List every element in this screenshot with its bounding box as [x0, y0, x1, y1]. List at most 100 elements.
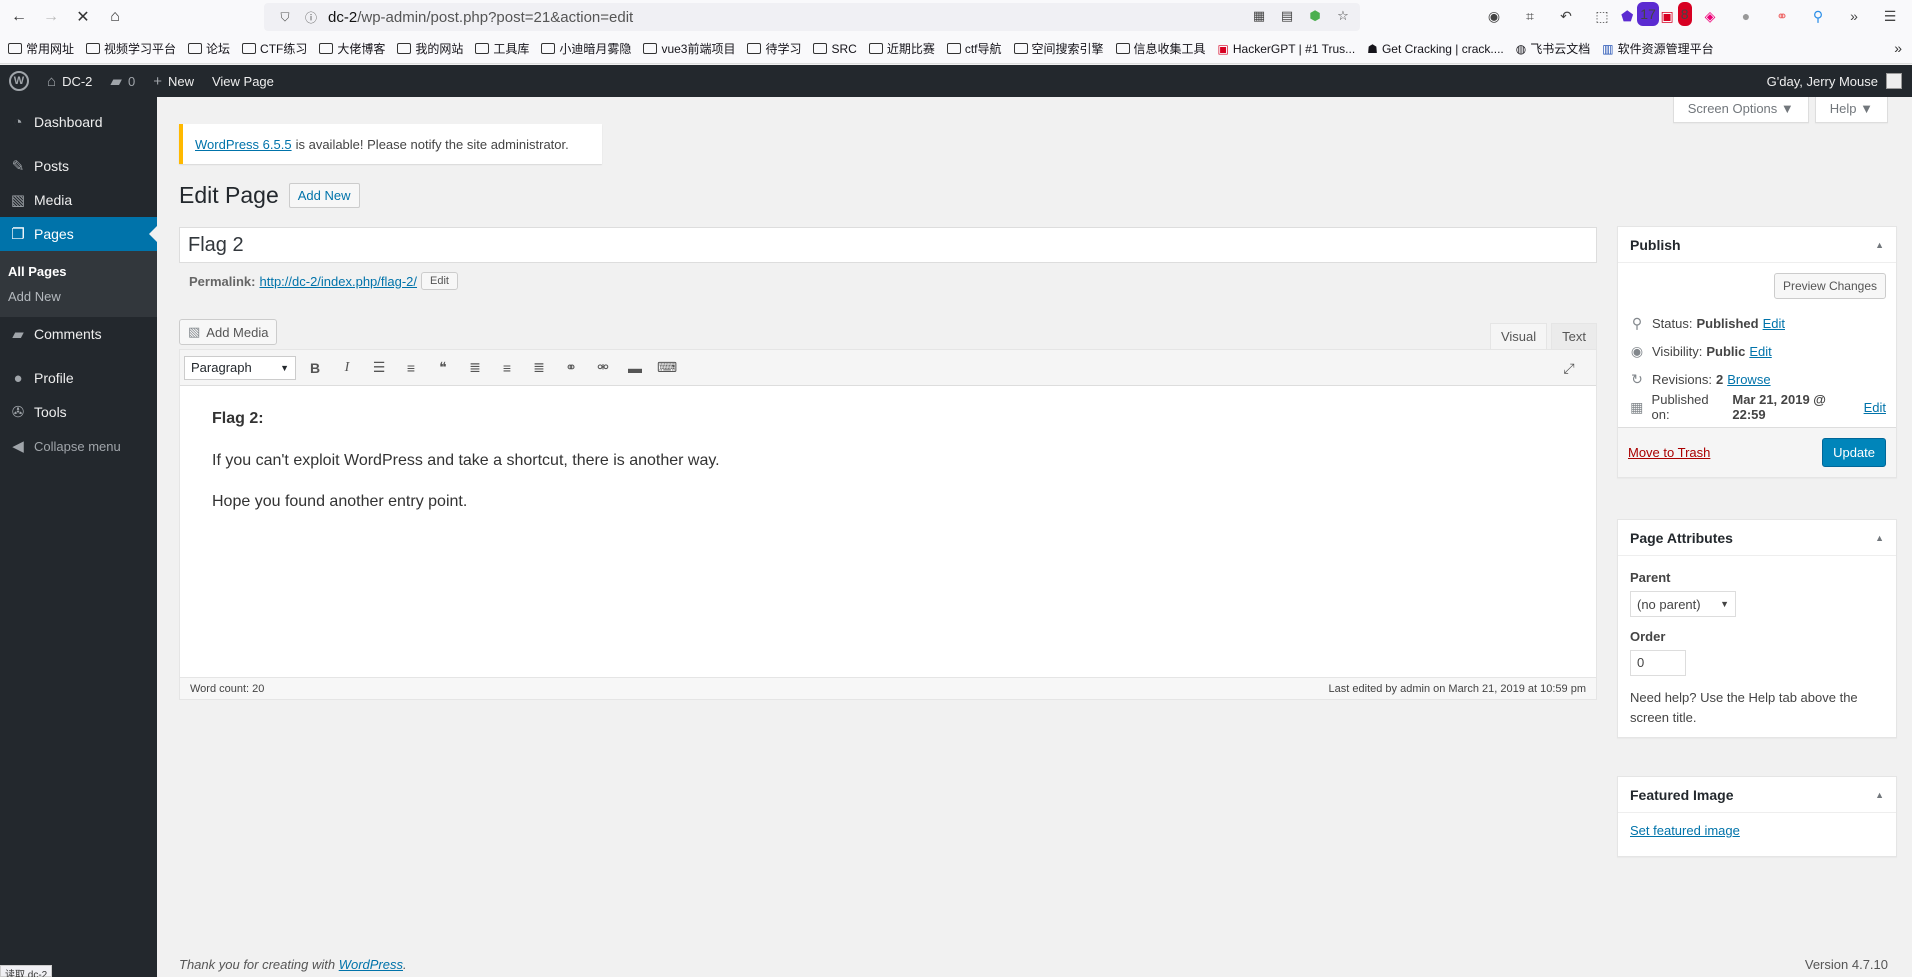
- tab-text[interactable]: Text: [1551, 323, 1597, 349]
- comments-menu[interactable]: ▰ 0: [101, 65, 144, 97]
- bullet-list-icon[interactable]: ☰: [366, 355, 392, 381]
- circle-icon[interactable]: ●: [1734, 4, 1758, 28]
- post-title-input[interactable]: Flag 2: [179, 227, 1597, 263]
- sidebar-item-pages[interactable]: ❐ Pages: [0, 217, 157, 251]
- permalink-link[interactable]: http://dc-2/index.php/flag-2/: [259, 274, 417, 289]
- bookmark-item[interactable]: 近期比赛: [868, 40, 935, 57]
- puzzle-icon[interactable]: ⬚: [1590, 4, 1614, 28]
- update-button[interactable]: Update: [1822, 438, 1886, 467]
- permalink-edit-button[interactable]: Edit: [421, 272, 458, 290]
- unlink-icon[interactable]: ⚮: [590, 355, 616, 381]
- view-page-link[interactable]: View Page: [203, 65, 283, 97]
- crop-icon[interactable]: ⌗: [1518, 4, 1542, 28]
- published-edit-link[interactable]: Edit: [1864, 400, 1886, 415]
- add-new-button[interactable]: Add New: [288, 183, 360, 208]
- help-button[interactable]: Help ▼: [1814, 97, 1888, 123]
- forward-icon[interactable]: →: [38, 4, 64, 30]
- bookmark-item[interactable]: 工具库: [475, 40, 529, 57]
- align-left-icon[interactable]: ≣: [462, 355, 488, 381]
- bookmark-item[interactable]: 我的网站: [397, 40, 463, 57]
- visibility-edit-link[interactable]: Edit: [1749, 344, 1771, 359]
- bookmark-item[interactable]: 待学习: [747, 40, 801, 57]
- bookmark-item[interactable]: 论坛: [188, 40, 230, 57]
- url-bar[interactable]: ⛉ ⓘ dc-2/wp-admin/post.php?post=21&actio…: [264, 3, 1360, 31]
- pin-icon[interactable]: ⚲: [1806, 4, 1830, 28]
- wp-logo-menu[interactable]: W: [0, 65, 38, 97]
- sidebar-item-dashboard[interactable]: ◔ Dashboard: [0, 105, 157, 139]
- collapse-menu-button[interactable]: ◀ Collapse menu: [0, 429, 157, 463]
- extension-icon[interactable]: ⬢: [1306, 7, 1324, 25]
- sidebar-item-profile[interactable]: ● Profile: [0, 361, 157, 395]
- screen-options-button[interactable]: Screen Options ▼: [1672, 97, 1809, 123]
- page-info-icon[interactable]: ⓘ: [302, 8, 320, 26]
- sidebar-item-add-new[interactable]: Add New: [0, 284, 157, 309]
- link-icon[interactable]: ⚭: [1770, 4, 1794, 28]
- sidebar-item-all-pages[interactable]: All Pages: [0, 259, 157, 284]
- bookmark-item[interactable]: 大佬博客: [319, 40, 385, 57]
- reader-mode-icon[interactable]: ▤: [1278, 7, 1296, 25]
- sidebar-item-comments[interactable]: ▰ Comments: [0, 317, 157, 351]
- undo-icon[interactable]: ↶: [1554, 4, 1578, 28]
- bookmark-item[interactable]: ▣ HackerGPT | #1 Trus...: [1218, 42, 1356, 56]
- publish-box-header[interactable]: Publish ▲: [1618, 227, 1896, 263]
- bookmark-item[interactable]: 视频学习平台: [86, 40, 176, 57]
- url-text[interactable]: dc-2/wp-admin/post.php?post=21&action=ed…: [328, 9, 633, 26]
- page-attributes-header[interactable]: Page Attributes ▲: [1618, 520, 1896, 556]
- italic-icon[interactable]: I: [334, 355, 360, 381]
- collapse-arrow-icon[interactable]: ▲: [1875, 240, 1884, 250]
- tab-visual[interactable]: Visual: [1489, 323, 1548, 349]
- bookmark-item[interactable]: vue3前端项目: [643, 40, 735, 57]
- sidebar-item-tools[interactable]: ✇ Tools: [0, 395, 157, 429]
- bookmark-item[interactable]: CTF练习: [242, 40, 307, 57]
- shield-icon[interactable]: ⛉: [276, 8, 294, 26]
- browse-revisions-link[interactable]: Browse: [1727, 372, 1770, 387]
- align-center-icon[interactable]: ≡: [494, 355, 520, 381]
- bookmark-star-icon[interactable]: ☆: [1334, 7, 1352, 25]
- wordpress-footer-link[interactable]: WordPress: [339, 957, 403, 972]
- qr-code-icon[interactable]: ▦: [1250, 7, 1268, 25]
- bookmark-item[interactable]: ☗ Get Cracking | crack....: [1367, 42, 1504, 56]
- diamond-icon[interactable]: ◈: [1698, 4, 1722, 28]
- site-name-menu[interactable]: ⌂ DC-2: [38, 65, 101, 97]
- bold-icon[interactable]: B: [302, 355, 328, 381]
- home-icon[interactable]: ⌂: [102, 4, 128, 30]
- bookmark-item[interactable]: ◍ 飞书云文档: [1516, 40, 1591, 57]
- fullscreen-icon[interactable]: ⤢: [1556, 355, 1582, 381]
- overflow-icon[interactable]: »: [1842, 4, 1866, 28]
- collapse-arrow-icon[interactable]: ▲: [1875, 533, 1884, 543]
- sidebar-item-media[interactable]: ▧ Media: [0, 183, 157, 217]
- status-edit-link[interactable]: Edit: [1763, 316, 1785, 331]
- bookmark-item[interactable]: ▥ 软件资源管理平台: [1602, 40, 1713, 57]
- editor-body[interactable]: Flag 2: If you can't exploit WordPress a…: [180, 386, 1596, 551]
- format-select[interactable]: Paragraph ▼: [184, 355, 296, 380]
- featured-image-header[interactable]: Featured Image ▲: [1618, 777, 1896, 813]
- bookmark-item[interactable]: 信息收集工具: [1115, 40, 1206, 57]
- order-input[interactable]: 0: [1630, 650, 1686, 676]
- loading-icon[interactable]: ✕: [70, 4, 96, 30]
- sidebar-item-posts[interactable]: ✎ Posts: [0, 149, 157, 183]
- wordpress-update-link[interactable]: WordPress 6.5.5: [195, 137, 292, 152]
- add-media-button[interactable]: ▧ Add Media: [179, 319, 278, 345]
- bookmark-item[interactable]: SRC: [813, 42, 857, 56]
- new-content-menu[interactable]: + New: [144, 65, 203, 97]
- align-right-icon[interactable]: ≣: [526, 355, 552, 381]
- blockquote-icon[interactable]: ❝: [430, 355, 456, 381]
- toolbar-toggle-icon[interactable]: ⌨: [654, 355, 680, 381]
- my-account-menu[interactable]: G'day, Jerry Mouse: [1767, 65, 1902, 97]
- back-icon[interactable]: ←: [6, 4, 32, 30]
- account-icon[interactable]: ◉: [1482, 4, 1506, 28]
- bookmark-item[interactable]: ctf导航: [946, 40, 1002, 57]
- read-more-icon[interactable]: ▬: [622, 355, 648, 381]
- extension-red-icon[interactable]: ▣ 8: [1660, 2, 1692, 28]
- bookmarks-overflow-icon[interactable]: »: [1894, 40, 1902, 56]
- bookmark-item[interactable]: 空间搜索引擎: [1013, 40, 1104, 57]
- bookmark-item[interactable]: 小迪暗月雾隐: [541, 40, 631, 57]
- numbered-list-icon[interactable]: ≡: [398, 355, 424, 381]
- bookmark-item[interactable]: 常用网址: [8, 40, 74, 57]
- extension-purple-icon[interactable]: ⬟ 17: [1621, 2, 1659, 28]
- link-icon[interactable]: ⚭: [558, 355, 584, 381]
- set-featured-image-link[interactable]: Set featured image: [1630, 823, 1740, 838]
- move-to-trash-link[interactable]: Move to Trash: [1628, 445, 1710, 460]
- collapse-arrow-icon[interactable]: ▲: [1875, 790, 1884, 800]
- menu-icon[interactable]: ☰: [1878, 4, 1902, 28]
